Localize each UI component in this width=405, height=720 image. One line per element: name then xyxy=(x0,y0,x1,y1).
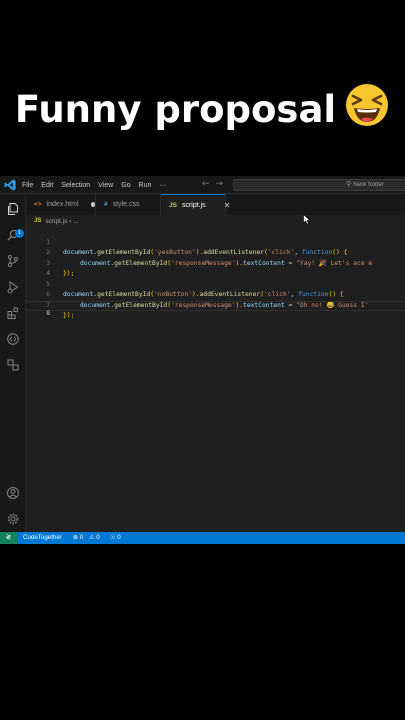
html-file-icon: <> xyxy=(34,201,42,208)
menu-run[interactable]: Run xyxy=(139,182,152,189)
activity-bar: 1 xyxy=(0,194,26,532)
tab-script-js[interactable]: JS script.js ✕ xyxy=(161,194,230,215)
video-caption: Funny proposal xyxy=(0,82,405,141)
extensions-icon[interactable] xyxy=(6,306,20,320)
laughing-emoji-icon xyxy=(344,82,390,141)
live-share-icon[interactable] xyxy=(6,358,20,372)
js-file-icon: JS xyxy=(169,201,177,209)
status-bar: ≷ CodeTogether ⊗ 0 ⚠ 0 ☉ 0 xyxy=(0,532,405,544)
code-line: 1 document.getElementById('yesButton').a… xyxy=(26,227,405,257)
menu-go[interactable]: Go xyxy=(121,182,130,189)
settings-gear-icon[interactable] xyxy=(6,512,20,526)
code-line: 4 xyxy=(26,259,405,277)
code-line-current: 8 xyxy=(26,300,405,317)
ports-count[interactable]: ☉ 0 xyxy=(110,532,121,544)
code-line: 7 }); xyxy=(26,290,405,320)
line-number: 8 xyxy=(46,310,50,317)
caption-text: Funny proposal xyxy=(14,88,337,131)
run-debug-icon[interactable] xyxy=(6,280,20,294)
vscode-logo-icon xyxy=(4,179,16,191)
warnings-count[interactable]: ⚠ 0 xyxy=(89,532,100,544)
nav-arrows: ← → xyxy=(202,179,229,189)
code-line: 2 document.getElementById('responseMessa… xyxy=(26,238,405,267)
command-center-search[interactable]: ⚲ New folder xyxy=(233,179,405,191)
explorer-files-icon[interactable] xyxy=(6,202,20,216)
menu-more[interactable]: ··· xyxy=(159,182,166,189)
breadcrumb-file[interactable]: script.js xyxy=(45,218,67,225)
code-line: 5 document.getElementById('noButton').ad… xyxy=(26,269,405,299)
code-line: 3 }); xyxy=(26,248,405,278)
js-file-icon: JS xyxy=(34,218,42,224)
css-file-icon: # xyxy=(104,201,108,208)
search-placeholder: New folder xyxy=(353,181,385,188)
errors-count[interactable]: ⊗ 0 xyxy=(73,532,83,544)
tab-style-css[interactable]: # style.css xyxy=(96,194,161,215)
breadcrumb-rest[interactable]: › ... xyxy=(69,218,78,225)
editor-tab-bar: <> index.html # style.css JS script.js ✕ xyxy=(26,194,405,215)
code-text: }); xyxy=(63,312,75,319)
source-control-badge: 1 xyxy=(15,229,24,238)
live-share-status[interactable]: CodeTogether xyxy=(23,532,62,544)
code-line: 6 document.getElementById('responseMessa… xyxy=(26,280,405,309)
menu-bar: File Edit Selection View Go Run ··· xyxy=(22,176,174,194)
menu-edit[interactable]: Edit xyxy=(41,182,53,189)
remote-explorer-icon[interactable] xyxy=(6,332,20,346)
breadcrumb: JS script.js › ... xyxy=(26,215,405,227)
search-icon: ⚲ xyxy=(346,181,352,188)
back-arrow-icon[interactable]: ← xyxy=(202,179,210,189)
account-icon[interactable] xyxy=(6,486,20,500)
menu-selection[interactable]: Selection xyxy=(61,182,90,189)
source-control-icon[interactable] xyxy=(6,254,20,268)
mouse-pointer-icon xyxy=(303,214,311,225)
tab-index-html[interactable]: <> index.html xyxy=(26,194,96,215)
tab-label: script.js xyxy=(181,201,206,209)
tab-label: style.css xyxy=(112,201,140,208)
remote-indicator-icon[interactable]: ≷ xyxy=(0,532,17,544)
tab-label: index.html xyxy=(46,201,79,208)
close-icon[interactable]: ✕ xyxy=(224,201,231,210)
title-bar: File Edit Selection View Go Run ··· ← → ⚲… xyxy=(0,176,405,194)
unsaved-dot-icon xyxy=(90,202,95,207)
code-editor[interactable]: 1 document.getElementById('yesButton').a… xyxy=(26,227,405,532)
menu-file[interactable]: File xyxy=(22,182,33,189)
forward-arrow-icon[interactable]: → xyxy=(216,179,224,189)
vscode-window: File Edit Selection View Go Run ··· ← → ⚲… xyxy=(0,176,405,544)
menu-view[interactable]: View xyxy=(98,182,113,189)
